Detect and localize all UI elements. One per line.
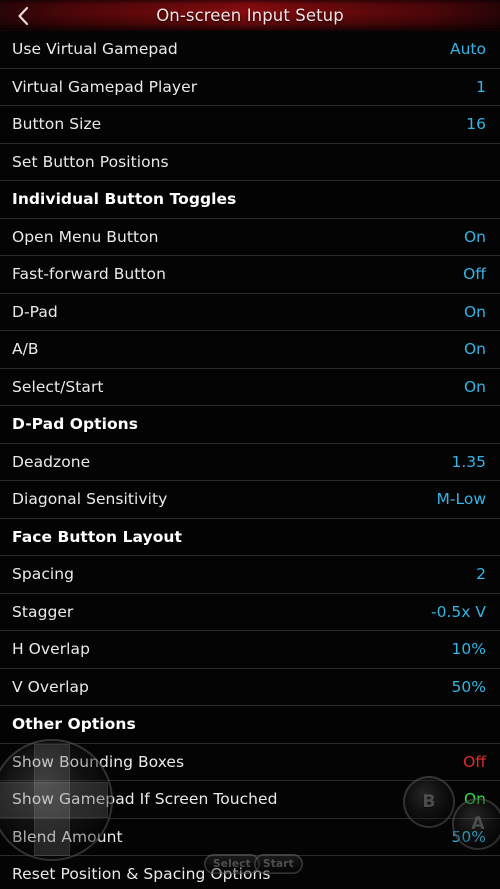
setting-value: On	[463, 227, 486, 246]
setting-value: -0.5x V	[431, 602, 486, 621]
setting-value: 1	[476, 77, 486, 96]
setting-value: On	[463, 377, 486, 396]
setting-label: A/B	[12, 340, 39, 359]
section-header-row: D-Pad Options	[0, 406, 500, 444]
setting-row[interactable]: H Overlap 10%	[0, 631, 500, 669]
setting-label: Button Size	[12, 115, 102, 134]
on-screen-input-setup-screen: On-screen Input Setup Use Virtual Gamepa…	[0, 0, 500, 889]
setting-row[interactable]: Virtual Gamepad Player 1	[0, 68, 500, 106]
gamepad-button-select[interactable]: Select	[204, 854, 260, 874]
title-bar: On-screen Input Setup	[0, 0, 500, 31]
setting-value: 2	[476, 565, 486, 584]
setting-value: Auto	[450, 40, 486, 59]
setting-label: Fast-forward Button	[12, 265, 166, 284]
setting-row[interactable]: Set Button Positions	[0, 143, 500, 181]
setting-row[interactable]: Fast-forward Button Off	[0, 256, 500, 294]
setting-row[interactable]: A/B On	[0, 331, 500, 369]
setting-label: Spacing	[12, 565, 75, 584]
setting-value: On	[463, 340, 486, 359]
setting-label: Select/Start	[12, 377, 104, 396]
setting-label: H Overlap	[12, 640, 90, 659]
setting-label: Virtual Gamepad Player	[12, 77, 198, 96]
setting-label: Use Virtual Gamepad	[12, 40, 178, 59]
setting-row[interactable]: Deadzone 1.35	[0, 443, 500, 481]
section-header-row: Face Button Layout	[0, 518, 500, 556]
section-header-label: Face Button Layout	[12, 527, 182, 546]
setting-label: Open Menu Button	[12, 227, 159, 246]
setting-label: Stagger	[12, 602, 74, 621]
section-header-row: Individual Button Toggles	[0, 181, 500, 219]
setting-label: Deadzone	[12, 452, 91, 471]
section-header-row: Other Options	[0, 706, 500, 744]
gamepad-button-start-label: Start	[263, 858, 294, 870]
setting-label: D-Pad	[12, 302, 58, 321]
setting-value: 50%	[451, 677, 486, 696]
setting-value: On	[463, 302, 486, 321]
setting-row[interactable]: Button Size 16	[0, 106, 500, 144]
section-header-label: Individual Button Toggles	[12, 190, 237, 209]
gamepad-button-a[interactable]: A	[452, 798, 500, 850]
setting-label: Diagonal Sensitivity	[12, 490, 168, 509]
setting-label: V Overlap	[12, 677, 89, 696]
section-header-label: D-Pad Options	[12, 415, 139, 434]
setting-value: 1.35	[451, 452, 486, 471]
setting-row[interactable]: Open Menu Button On	[0, 218, 500, 256]
gamepad-button-b-label: B	[422, 792, 436, 812]
setting-value: Off	[463, 265, 486, 284]
gamepad-button-b[interactable]: B	[403, 776, 455, 828]
setting-value: 10%	[451, 640, 486, 659]
gamepad-button-start[interactable]: Start	[254, 854, 303, 874]
setting-row[interactable]: V Overlap 50%	[0, 668, 500, 706]
chevron-left-icon	[17, 6, 30, 26]
setting-row[interactable]: Select/Start On	[0, 368, 500, 406]
gamepad-button-select-label: Select	[213, 858, 251, 870]
dpad-horizontal-arm	[0, 783, 107, 817]
setting-value: 16	[466, 115, 486, 134]
back-button[interactable]	[0, 0, 46, 31]
gamepad-button-a-label: A	[471, 814, 485, 834]
setting-row[interactable]: Stagger -0.5x V	[0, 593, 500, 631]
setting-value: Off	[463, 752, 486, 771]
setting-row[interactable]: Use Virtual Gamepad Auto	[0, 31, 500, 69]
setting-row[interactable]: Spacing 2	[0, 556, 500, 594]
setting-value: M-Low	[436, 490, 487, 509]
setting-label: Set Button Positions	[12, 152, 169, 171]
setting-row[interactable]: D-Pad On	[0, 293, 500, 331]
section-header-label: Other Options	[12, 715, 136, 734]
setting-row[interactable]: Diagonal Sensitivity M-Low	[0, 481, 500, 519]
page-title: On-screen Input Setup	[156, 5, 344, 25]
